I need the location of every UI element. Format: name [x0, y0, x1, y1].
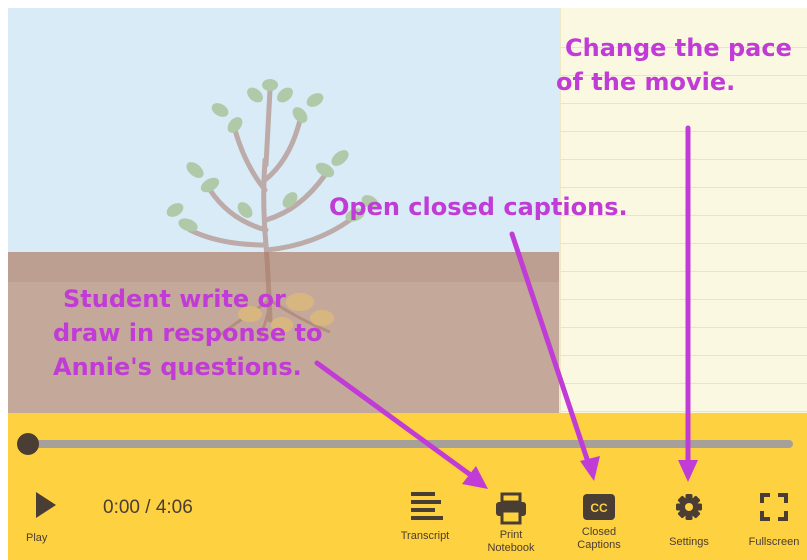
settings-label: Settings — [669, 536, 709, 548]
transcript-icon — [411, 492, 443, 520]
progress-track[interactable] — [30, 440, 793, 448]
play-button[interactable]: Play — [26, 490, 66, 545]
fullscreen-icon — [760, 493, 788, 521]
closed-captions-button[interactable]: CC Closed Captions — [566, 493, 632, 552]
time-display: 0:00 / 4:06 — [103, 497, 193, 518]
print-notebook-label-2: Notebook — [487, 542, 535, 554]
progress-scrubber[interactable] — [17, 433, 39, 455]
gear-icon — [676, 494, 702, 520]
pace-annotation: Change the pace of the movie. — [556, 31, 792, 99]
printer-icon — [496, 492, 526, 525]
closed-captions-label-1: Closed — [581, 526, 617, 538]
closed-captions-icon: CC — [583, 494, 615, 520]
notebook-annotation-line2: draw in response to — [53, 319, 323, 347]
closed-captions-label-2: Captions — [577, 539, 621, 551]
print-notebook-label-1: Print — [499, 529, 523, 541]
svg-text:CC: CC — [590, 501, 608, 515]
notebook-annotation-line1: Student write or — [63, 285, 286, 313]
play-icon — [36, 492, 56, 518]
fullscreen-label: Fullscreen — [748, 536, 800, 548]
notebook-annotation: Student write or draw in response to Ann… — [53, 282, 322, 384]
captions-annotation: Open closed captions. — [329, 193, 628, 221]
transcript-label: Transcript — [400, 530, 450, 542]
notebook-annotation-line3: Annie's questions. — [53, 353, 302, 381]
print-notebook-button[interactable]: Print Notebook — [478, 491, 544, 555]
fullscreen-button[interactable]: Fullscreen — [741, 493, 807, 549]
pace-annotation-line2: of the movie. — [556, 68, 736, 96]
player-control-bar: Play 0:00 / 4:06 Transcript Print Notebo… — [8, 413, 807, 560]
pace-annotation-line1: Change the pace — [565, 34, 792, 62]
play-label: Play — [26, 532, 48, 544]
transcript-button[interactable]: Transcript — [390, 489, 460, 543]
settings-button[interactable]: Settings — [658, 493, 720, 549]
